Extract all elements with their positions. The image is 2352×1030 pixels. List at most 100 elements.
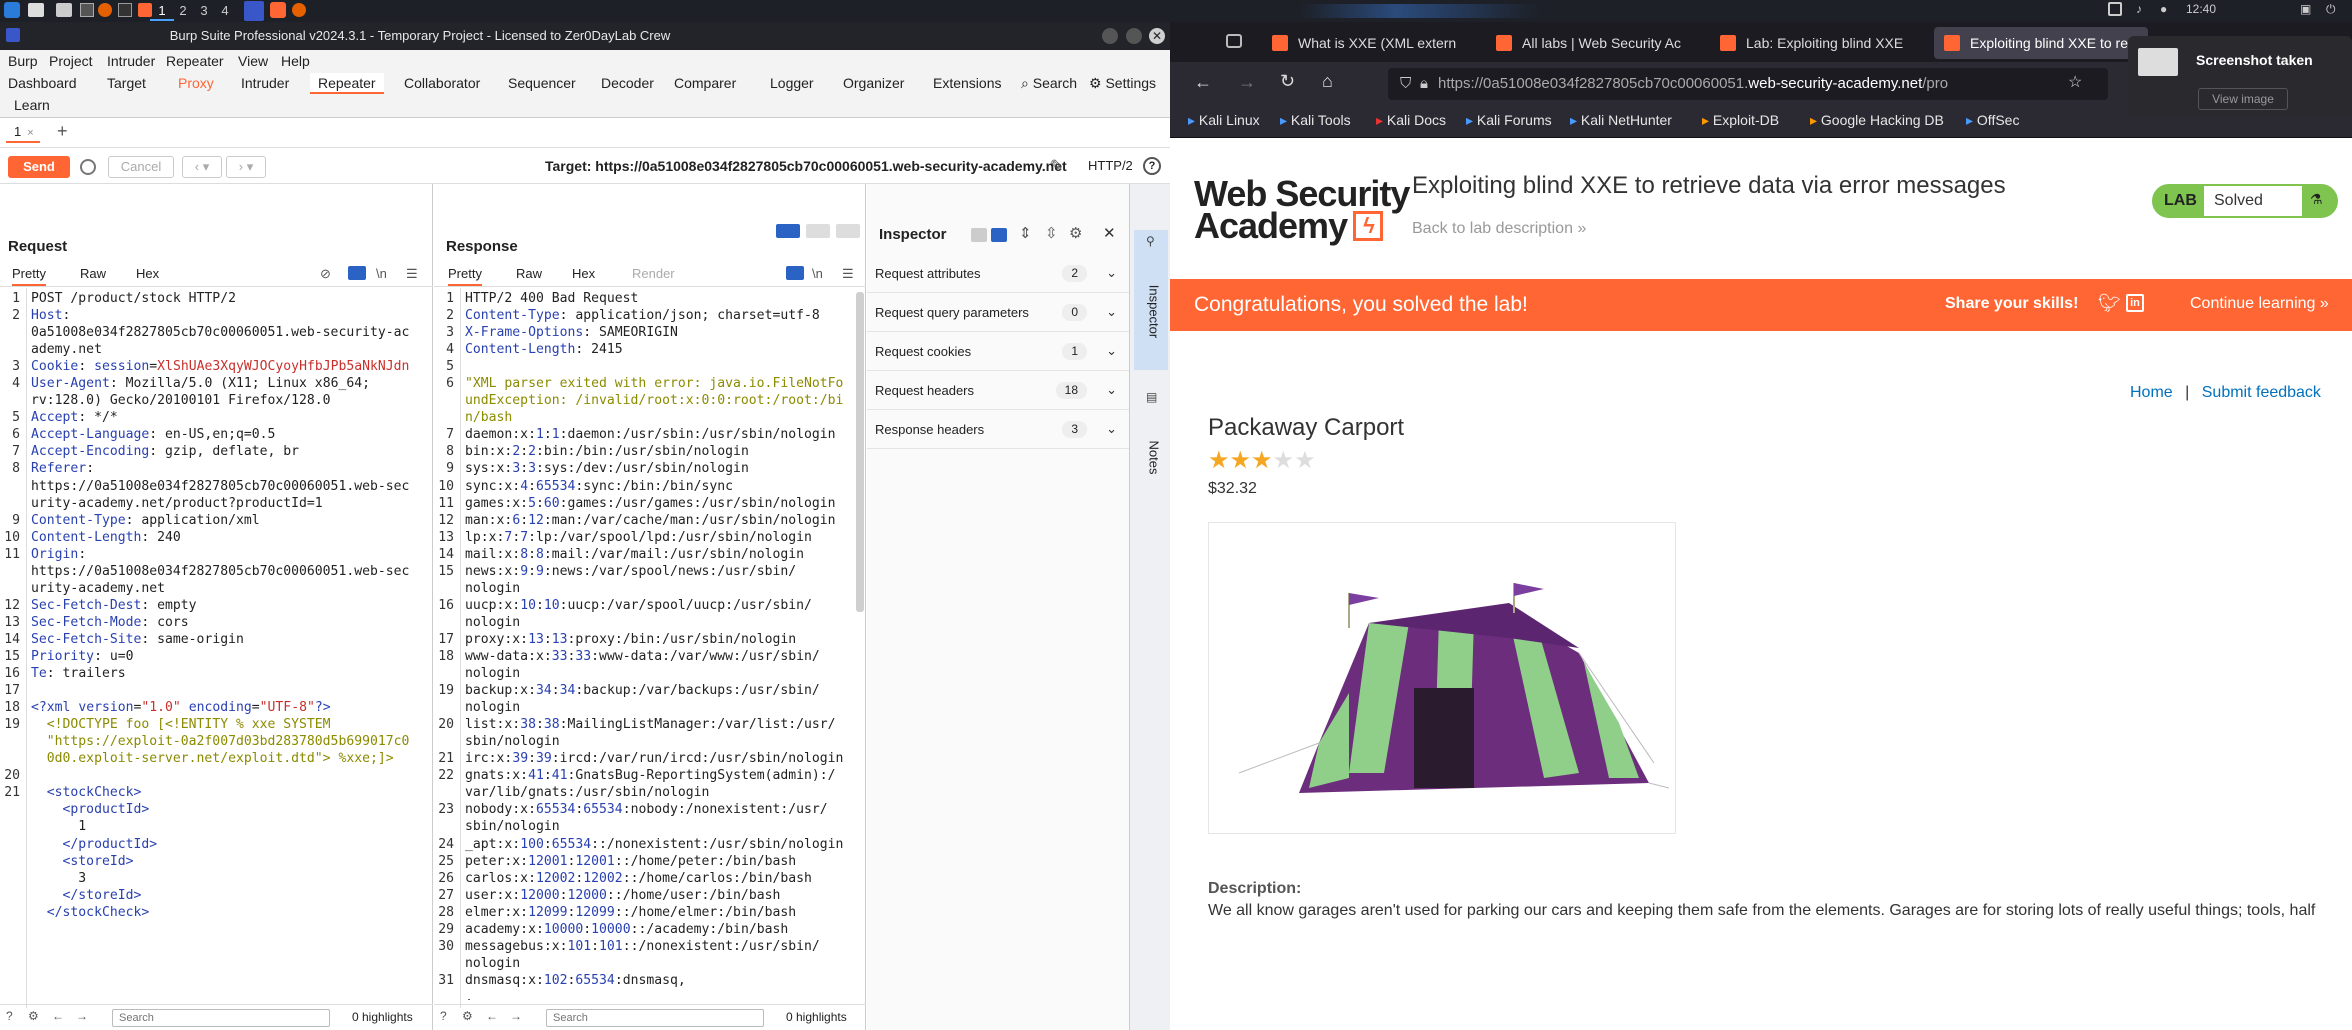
close-icon[interactable]: ✕ xyxy=(1103,224,1116,242)
newline-icon[interactable]: \n xyxy=(376,266,387,281)
lock-icon[interactable]: ▣ xyxy=(2300,2,2311,16)
gear-icon[interactable]: ⚙ xyxy=(28,1009,39,1023)
home-icon[interactable]: ⌂ xyxy=(1322,71,1333,92)
collapse-icon[interactable]: ⇳ xyxy=(1045,224,1058,242)
browser-tab-1[interactable]: What is XXE (XML extern xyxy=(1262,27,1476,59)
burp-task-icon[interactable] xyxy=(270,2,286,18)
inspector-section-row[interactable]: Request headers 18 ⌄ xyxy=(867,371,1129,410)
tab-sequencer[interactable]: Sequencer xyxy=(508,73,576,94)
firefox-icon[interactable] xyxy=(98,3,112,17)
clock[interactable]: 12:40 xyxy=(2186,2,2216,16)
power-icon[interactable]: ⏻ xyxy=(2326,2,2336,17)
tab-hex[interactable]: Hex xyxy=(136,266,159,281)
bookmark-google-hacking-db[interactable]: ▸ Google Hacking DB xyxy=(1810,112,1944,129)
chevron-down-icon[interactable]: ⌄ xyxy=(1106,304,1117,320)
inspector-section-row[interactable]: Request query parameters 0 ⌄ xyxy=(867,293,1129,332)
file-manager-icon[interactable] xyxy=(56,3,72,17)
response-search-input[interactable] xyxy=(546,1009,764,1027)
firefox-task-icon[interactable] xyxy=(292,3,306,17)
burp-task-icon[interactable] xyxy=(244,1,264,21)
back-icon[interactable]: ← xyxy=(486,1009,498,1023)
tab-target[interactable]: Target xyxy=(107,73,146,94)
bookmark-kali-tools[interactable]: ▸ Kali Tools xyxy=(1280,112,1351,129)
tab-inspector[interactable]: ⚲ Inspector xyxy=(1134,230,1168,370)
menu-icon[interactable]: ☰ xyxy=(406,266,418,282)
tab-pretty[interactable]: Pretty xyxy=(12,266,46,286)
wrap-icon[interactable] xyxy=(786,266,804,280)
settings-button[interactable]: ⚙ Settings xyxy=(1089,73,1156,94)
menu-burp[interactable]: Burp xyxy=(8,53,38,69)
tab-notes[interactable]: ▤ Notes xyxy=(1134,386,1168,496)
layout-icon[interactable] xyxy=(991,228,1007,242)
add-tab-button[interactable]: + xyxy=(57,121,68,142)
chevron-down-icon[interactable]: ⌄ xyxy=(1106,343,1117,359)
notification-icon[interactable]: ● xyxy=(2160,2,2167,16)
close-button[interactable]: ✕ xyxy=(1149,28,1165,44)
tab-learn[interactable]: Learn xyxy=(14,95,50,116)
tab-hex[interactable]: Hex xyxy=(572,266,595,281)
chevron-down-icon[interactable]: ⌄ xyxy=(1106,421,1117,437)
tab-raw[interactable]: Raw xyxy=(80,266,106,281)
request-search-input[interactable] xyxy=(112,1009,330,1027)
tab-organizer[interactable]: Organizer xyxy=(843,73,904,94)
edit-target-icon[interactable]: ✎ xyxy=(1050,156,1063,176)
tab-raw[interactable]: Raw xyxy=(516,266,542,281)
tab-comparer[interactable]: Comparer xyxy=(674,73,736,94)
tab-proxy[interactable]: Proxy xyxy=(178,73,214,94)
back-icon[interactable]: ← xyxy=(1194,72,1212,93)
inspector-section-row[interactable]: Request attributes 2 ⌄ xyxy=(867,254,1129,293)
tab-extensions[interactable]: Extensions xyxy=(933,73,1001,94)
twitter-icon[interactable]: 🐦︎ xyxy=(2098,293,2121,315)
home-link[interactable]: Home xyxy=(2130,384,2173,401)
volume-icon[interactable]: ♪ xyxy=(2136,2,2150,18)
http-version[interactable]: HTTP/2 xyxy=(1088,158,1133,173)
linkedin-icon[interactable]: in xyxy=(2126,294,2144,312)
screenshot-notification[interactable]: Screenshot taken View image xyxy=(2128,36,2352,116)
gear-icon[interactable]: ⚙ xyxy=(1069,224,1082,242)
tab-collaborator[interactable]: Collaborator xyxy=(404,73,480,94)
desktop-icon[interactable] xyxy=(28,3,44,17)
gear-icon[interactable] xyxy=(80,159,96,175)
tab-intruder[interactable]: Intruder xyxy=(241,73,289,94)
repeater-tab-1[interactable]: 1 × xyxy=(6,123,40,143)
bookmark-kali-nethunter[interactable]: ▸ Kali NetHunter xyxy=(1570,112,1672,129)
tab-dashboard[interactable]: Dashboard xyxy=(8,73,77,94)
gear-icon[interactable]: ⚙ xyxy=(462,1009,473,1023)
layout-tabs-icon[interactable] xyxy=(836,224,860,238)
submit-feedback-link[interactable]: Submit feedback xyxy=(2202,384,2321,401)
bookmark-kali-forums[interactable]: ▸ Kali Forums xyxy=(1466,112,1552,129)
layout-split-icon[interactable] xyxy=(776,224,800,238)
back-button[interactable]: ‹ ▾ xyxy=(182,156,222,178)
response-viewer[interactable]: 1 HTTP/2 400 Bad Request 2 Content-Type: ap… xyxy=(434,290,854,1000)
browser-tab-4-active[interactable]: Exploiting blind XXE to re xyxy=(1934,27,2148,59)
forward-button[interactable]: › ▾ xyxy=(226,156,266,178)
forward-icon[interactable]: → xyxy=(76,1009,88,1023)
menu-help[interactable]: Help xyxy=(281,53,310,69)
reload-icon[interactable]: ↻ xyxy=(1280,71,1295,92)
tab-repeater[interactable]: Repeater xyxy=(310,73,384,94)
newline-icon[interactable]: \n xyxy=(812,266,823,281)
tab-logger[interactable]: Logger xyxy=(770,73,814,94)
menu-icon[interactable]: ☰ xyxy=(842,266,854,282)
url-bar[interactable]: ⛉ 🔒︎ https://0a51008e034f2827805cb70c000… xyxy=(1388,68,2108,100)
menu-intruder[interactable]: Intruder xyxy=(107,53,155,69)
menu-project[interactable]: Project xyxy=(49,53,93,69)
tab-render[interactable]: Render xyxy=(632,266,675,281)
tab-decoder[interactable]: Decoder xyxy=(601,73,654,94)
window-icon[interactable] xyxy=(2108,2,2122,16)
browser-tab-3[interactable]: Lab: Exploiting blind XXE xyxy=(1710,27,1924,59)
request-editor[interactable]: 1 POST /product/stock HTTP/2 2 Host: 0a51008… xyxy=(0,290,433,1000)
back-icon[interactable]: ← xyxy=(52,1009,64,1023)
hide-icon[interactable]: ⊘ xyxy=(320,266,331,282)
menu-view[interactable]: View xyxy=(238,53,268,69)
close-icon[interactable]: × xyxy=(27,127,33,139)
chevron-down-icon[interactable]: ⌄ xyxy=(1106,382,1117,398)
inspector-section-row[interactable]: Request cookies 1 ⌄ xyxy=(867,332,1129,371)
chevron-down-icon[interactable]: ⌄ xyxy=(1106,265,1117,281)
terminal-icon[interactable] xyxy=(80,3,94,17)
kali-menu-icon[interactable] xyxy=(4,2,20,18)
menu-repeater[interactable]: Repeater xyxy=(166,53,224,69)
send-button[interactable]: Send xyxy=(8,156,70,178)
continue-learning-link[interactable]: Continue learning » xyxy=(2190,295,2329,313)
bookmark-star-icon[interactable]: ☆ xyxy=(2068,72,2082,92)
